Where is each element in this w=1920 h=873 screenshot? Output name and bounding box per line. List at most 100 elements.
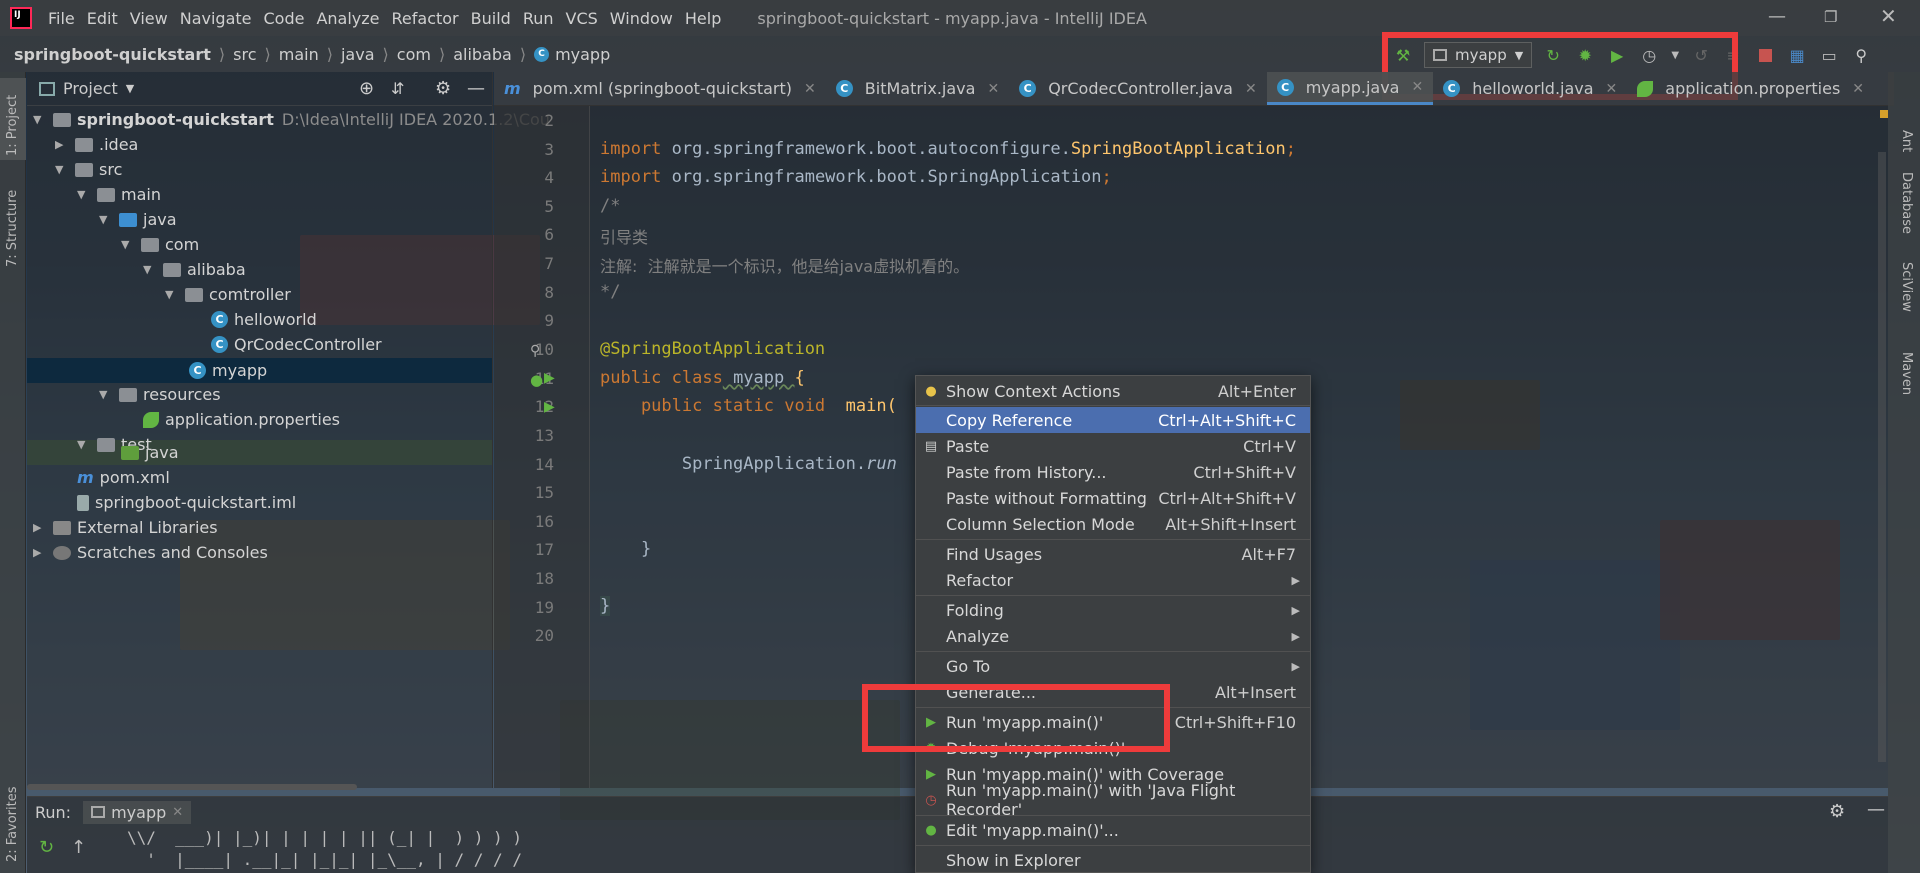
tree-row-scratches[interactable]: ▶ Scratches and Consoles <box>33 540 268 565</box>
locate-target-icon[interactable]: ⊕ <box>359 78 374 99</box>
breadcrumb-project[interactable]: springboot-quickstart <box>14 45 211 64</box>
minimize-icon[interactable]: — <box>1768 6 1786 27</box>
tree-row-helloworld[interactable]: Chelloworld <box>211 307 317 332</box>
run-tab-myapp[interactable]: myapp ✕ <box>83 800 192 824</box>
menu-run[interactable]: Run <box>517 9 560 28</box>
close-window-icon[interactable]: ✕ <box>1880 4 1897 28</box>
tree-row-pom[interactable]: m pom.xml <box>77 465 170 490</box>
tree-row-com[interactable]: ▼ com <box>121 232 199 257</box>
menu-item-show-in-explorer[interactable]: Show in Explorer <box>916 847 1310 873</box>
search-everywhere-icon[interactable]: ⚲ <box>1850 44 1872 66</box>
menu-item-paste-without-formatting[interactable]: Paste without Formatting Ctrl+Alt+Shift+V <box>916 485 1310 511</box>
rerun-icon[interactable]: ↻ <box>39 837 54 858</box>
breadcrumb-alibaba[interactable]: alibaba <box>453 45 512 64</box>
menu-file[interactable]: File <box>42 9 81 28</box>
chevron-down-icon[interactable]: ▼ <box>126 82 134 95</box>
close-tab-icon[interactable]: ✕ <box>987 81 999 97</box>
tree-row-qrcodeccontroller[interactable]: C QrCodecController <box>211 332 382 357</box>
maven-tool-label[interactable]: Maven <box>1899 352 1914 395</box>
restore-icon[interactable]: ❐ <box>1824 8 1837 26</box>
gear-icon[interactable]: ⚙ <box>1829 801 1845 822</box>
terminal-window-icon[interactable]: ▭ <box>1818 44 1840 66</box>
stop-icon[interactable] <box>1754 44 1776 66</box>
tree-row-test-java[interactable]: java <box>121 440 179 465</box>
close-tab-icon[interactable]: ✕ <box>1411 79 1423 95</box>
tree-row-external-libraries[interactable]: ▶ External Libraries <box>33 515 218 540</box>
project-tool-label[interactable]: 1: Project <box>5 95 20 156</box>
close-tab-icon[interactable]: ✕ <box>172 805 183 820</box>
tree-row-main[interactable]: ▼ main <box>77 182 161 207</box>
menu-item-column-selection-mode[interactable]: Column Selection Mode Alt+Shift+Insert <box>916 511 1310 537</box>
menu-item-analyze[interactable]: Analyze ▶ <box>916 623 1310 649</box>
warning-marker-icon[interactable] <box>1880 110 1888 118</box>
springboot-gutter-icon[interactable]: ● <box>530 371 543 389</box>
tree-label: springboot-quickstart <box>77 110 274 129</box>
menu-item-paste[interactable]: ▤ Paste Ctrl+V <box>916 433 1310 459</box>
menu-vcs[interactable]: VCS <box>560 9 604 28</box>
database-tool-label[interactable]: Database <box>1899 172 1914 234</box>
hide-panel-icon[interactable]: — <box>1867 799 1885 820</box>
tree-row-application-properties[interactable]: application.properties <box>143 407 340 432</box>
menu-help[interactable]: Help <box>679 9 727 28</box>
sciview-tool-label[interactable]: SciView <box>1899 262 1914 312</box>
run-gutter-icon[interactable]: ▶ <box>544 399 555 415</box>
menu-item-copy-reference[interactable]: Copy Reference Ctrl+Alt+Shift+C <box>916 407 1310 433</box>
tree-row-src[interactable]: ▼ src <box>55 157 122 182</box>
structure-tool-label[interactable]: 7: Structure <box>5 190 20 267</box>
hide-panel-icon[interactable]: — <box>467 78 485 99</box>
menu-code[interactable]: Code <box>258 9 311 28</box>
breadcrumb-java[interactable]: java <box>341 45 375 64</box>
menu-item-folding[interactable]: Folding ▶ <box>916 597 1310 623</box>
breadcrumb-src[interactable]: src <box>233 45 256 64</box>
menu-item-show-context-actions[interactable]: ● Show Context Actions Alt+Enter <box>916 378 1310 404</box>
collapse-all-icon[interactable]: ⇵ <box>391 79 404 98</box>
tree-row-alibaba[interactable]: ▼ alibaba <box>143 257 246 282</box>
menu-analyze[interactable]: Analyze <box>310 9 385 28</box>
menu-refactor[interactable]: Refactor <box>386 9 465 28</box>
tree-row-iml[interactable]: springboot-quickstart.iml <box>77 490 296 515</box>
tab-helloworld[interactable]: Chelloworld.java ✕ <box>1433 72 1627 105</box>
project-structure-icon[interactable]: ▦ <box>1786 44 1808 66</box>
close-tab-icon[interactable]: ✕ <box>1852 81 1864 97</box>
menu-build[interactable]: Build <box>465 9 517 28</box>
close-tab-icon[interactable]: ✕ <box>1606 81 1618 97</box>
vertical-scrollbar[interactable] <box>1878 152 1886 762</box>
project-panel-title[interactable]: Project <box>63 79 118 98</box>
menu-navigate[interactable]: Navigate <box>174 9 258 28</box>
menu-item-paste-from-history[interactable]: Paste from History... Ctrl+Shift+V <box>916 459 1310 485</box>
tree-row-root[interactable]: ▼ springboot-quickstart D:\Idea\IntelliJ I… <box>33 107 550 132</box>
menu-item-find-usages[interactable]: Find Usages Alt+F7 <box>916 541 1310 567</box>
menu-window[interactable]: Window <box>604 9 679 28</box>
breadcrumb-com[interactable]: com <box>397 45 431 64</box>
tab-bitmatrix[interactable]: C BitMatrix.java ✕ <box>826 72 1009 105</box>
tree-row-java[interactable]: ▼ java <box>99 207 177 232</box>
breadcrumb-main[interactable]: main <box>279 45 319 64</box>
menu-item-edit-config[interactable]: ● Edit 'myapp.main()'... <box>916 817 1310 843</box>
menu-edit[interactable]: Edit <box>81 9 124 28</box>
tab-myapp[interactable]: Cmyapp.java ✕ <box>1266 72 1434 105</box>
close-tab-icon[interactable]: ✕ <box>804 81 816 97</box>
gear-icon[interactable]: ⚙ <box>435 78 451 99</box>
tree-row-myapp[interactable]: Cmyapp <box>189 358 267 383</box>
collapsed-arrow-icon: ▶ <box>33 521 42 534</box>
horizontal-scrollbar[interactable] <box>27 784 357 790</box>
package-icon <box>141 237 159 252</box>
breadcrumb-myapp[interactable]: myapp <box>555 45 610 64</box>
close-tab-icon[interactable]: ✕ <box>1245 81 1257 97</box>
tree-row-comtroller[interactable]: ▼ comtroller <box>165 282 291 307</box>
console-output[interactable]: \\/ ___)| |_)| | | | | || (_| | ) ) ) ) … <box>127 827 522 871</box>
tree-row-resources[interactable]: ▼ resources <box>99 382 221 407</box>
tree-row-idea[interactable]: ▶ .idea <box>55 132 138 157</box>
favorites-tool-label[interactable]: 2: Favorites <box>5 786 20 862</box>
ant-tool-label[interactable]: Ant <box>1899 130 1914 152</box>
tab-pom[interactable]: m pom.xml (springboot-quickstart) ✕ <box>494 72 826 105</box>
arrow-up-icon[interactable]: ↑ <box>71 837 86 858</box>
menu-item-go-to[interactable]: Go To ▶ <box>916 653 1310 679</box>
menu-item-run-with-jfr[interactable]: ◷ Run 'myapp.main()' with 'Java Flight Re… <box>916 781 1310 819</box>
menu-view[interactable]: View <box>124 9 174 28</box>
tab-application-properties[interactable]: application.properties ✕ <box>1627 72 1874 105</box>
tab-qrcodeccontroller[interactable]: C QrCodecController.java ✕ <box>1009 72 1267 105</box>
run-gutter-icon[interactable]: ▶ <box>544 370 555 386</box>
menu-item-refactor[interactable]: Refactor ▶ <box>916 567 1310 593</box>
editor-gutter[interactable]: 2 3 4 5 6 7 8 9 10 11 12 13 14 15 16 17 … <box>494 106 590 788</box>
